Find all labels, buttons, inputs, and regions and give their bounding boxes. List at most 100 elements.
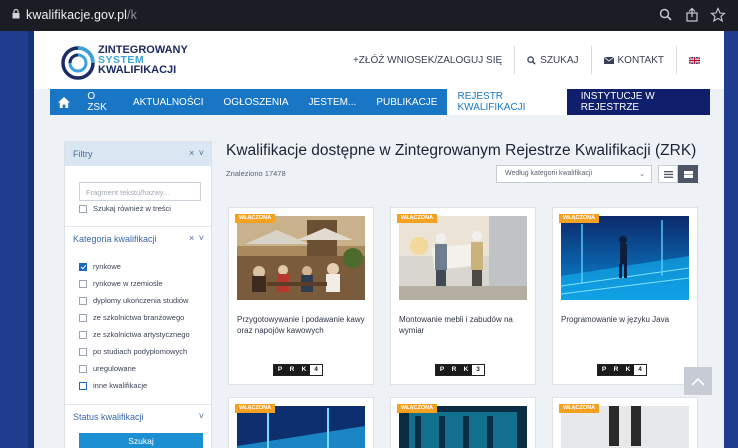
checkbox-label: Szukaj również w treści: [93, 204, 171, 213]
checkbox-label: uregulowane: [93, 364, 136, 373]
card-title[interactable]: Programowanie w języku Java: [561, 314, 689, 325]
sort-select[interactable]: Według kategorii kwalifikacji ⌄: [496, 165, 652, 183]
qualification-card[interactable]: WŁĄCZONA: [390, 397, 536, 448]
checkbox-box[interactable]: [79, 204, 87, 213]
prk-level-badge: P R K 4: [597, 364, 647, 376]
checkbox-box[interactable]: [79, 381, 87, 390]
scroll-to-top-button[interactable]: [684, 367, 712, 395]
checkbox-box[interactable]: [79, 296, 87, 305]
status-badge: WŁĄCZONA: [397, 214, 438, 223]
prk-letter: R: [448, 365, 460, 375]
zsk-logo-icon[interactable]: [60, 45, 96, 81]
qualification-card[interactable]: WŁĄCZONA Programowanie w języku Java P R…: [552, 207, 698, 385]
qualification-card[interactable]: WŁĄCZONA Montowanie mebli i zabudów na w…: [390, 207, 536, 385]
chevron-down-icon[interactable]: ˅: [199, 411, 205, 421]
category-option[interactable]: rynkowe w rzemiośle: [79, 279, 163, 288]
nav-i-am[interactable]: JESTEM...: [299, 89, 367, 115]
prk-letter: K: [622, 365, 634, 375]
zoom-icon[interactable]: [658, 7, 674, 23]
checkbox-label: ze szkolnictwa branżowego: [93, 313, 185, 322]
qualification-card[interactable]: WŁĄCZONA: [552, 397, 698, 448]
category-option[interactable]: po studiach podyplomowych: [79, 347, 187, 356]
status-badge: WŁĄCZONA: [559, 214, 600, 223]
cafe-image: [237, 216, 365, 300]
nav-about[interactable]: O ZSK: [77, 89, 123, 115]
grid-icon: [683, 170, 693, 178]
prk-letter: K: [460, 365, 472, 375]
grid-view-button[interactable]: [678, 165, 698, 183]
share-icon[interactable]: [684, 7, 700, 23]
browser-address-bar: kwalifikacje.gov.pl/k: [0, 0, 738, 31]
nav-institutions-register[interactable]: INSTYTUCJE W REJESTRZE: [566, 89, 711, 115]
list-icon: [663, 170, 673, 178]
status-badge: WŁĄCZONA: [235, 404, 276, 413]
envelope-icon: [603, 56, 614, 64]
category-header[interactable]: Kategoria kwalifikacji × ˅: [65, 226, 211, 251]
text-search-input[interactable]: Fragment tekstu/hazwy...: [79, 182, 201, 201]
bookmark-star-icon[interactable]: [710, 7, 726, 23]
home-link[interactable]: [50, 89, 77, 115]
language-switch[interactable]: [677, 56, 712, 64]
category-label: Kategoria kwalifikacji: [73, 234, 157, 244]
checkbox-box[interactable]: [79, 364, 87, 373]
workers-image: [399, 216, 527, 300]
home-icon: [57, 96, 70, 108]
checkbox-box[interactable]: [79, 279, 87, 288]
qualification-card[interactable]: WŁĄCZONA Przygotowywanie i podawanie kaw…: [228, 207, 374, 385]
prk-level: 4: [310, 365, 322, 375]
checkbox-box[interactable]: [79, 347, 87, 356]
category-option[interactable]: dyplomy ukończenia studiów: [79, 296, 188, 305]
chevron-down-icon: ⌄: [639, 171, 645, 178]
qualification-card[interactable]: WŁĄCZONA: [228, 397, 374, 448]
contact-link[interactable]: KONTAKT: [592, 55, 676, 66]
top-utility-nav: +ZŁÓŻ WNIOSEK/ZALOGUJ SIĘ SZUKAJ KONTAKT: [341, 31, 712, 89]
category-option[interactable]: ze szkolnictwa branżowego: [79, 313, 184, 322]
nav-qualifications-register[interactable]: REJESTR KWALIFIKACJI: [447, 89, 567, 115]
status-label: Status kwalifikacji: [73, 412, 144, 422]
site-logo-text[interactable]: ZINTEGROWANY SYSTEM KWALIFIKACJI: [98, 45, 188, 76]
checkbox-label: po studiach podyplomowych: [93, 347, 188, 356]
uk-flag-icon: [689, 56, 700, 64]
status-badge: WŁĄCZONA: [397, 404, 438, 413]
nav-news[interactable]: AKTUALNOŚCI: [123, 89, 214, 115]
prk-letter: K: [298, 365, 310, 375]
card-title[interactable]: Montowanie mebli i zabudów na wymiar: [399, 314, 527, 336]
clear-collapse-icon[interactable]: × ˅: [189, 233, 205, 243]
checkbox-box[interactable]: [79, 330, 87, 339]
prk-letter: P: [274, 365, 286, 375]
checkbox-label: dyplomy ukończenia studiów: [93, 296, 189, 305]
nav-publications[interactable]: PUBLIKACJE: [366, 89, 447, 115]
search-button[interactable]: Szukaj: [79, 433, 203, 448]
logo-line-3: KWALIFIKACJI: [98, 64, 177, 76]
category-option[interactable]: rynkowe: [79, 262, 121, 271]
prk-level: 4: [634, 365, 646, 375]
checkbox-label: ze szkolnictwa artystycznego: [93, 330, 190, 339]
category-option[interactable]: uregulowane: [79, 364, 136, 373]
category-option[interactable]: ze szkolnictwa artystycznego: [79, 330, 190, 339]
contact-label: KONTAKT: [617, 54, 664, 66]
search-in-content-checkbox[interactable]: Szukaj również w treści: [79, 204, 171, 213]
checkbox-label: rynkowe w rzemiośle: [93, 279, 163, 288]
card-title[interactable]: Przygotowywanie i podawanie kawy oraz na…: [237, 314, 365, 336]
prk-letter: P: [598, 365, 610, 375]
url-host: kwalifikacje.gov.pl: [26, 8, 128, 22]
checkbox-label: rynkowe: [93, 262, 121, 271]
list-view-button[interactable]: [658, 165, 678, 183]
prk-level: 3: [472, 365, 484, 375]
status-header[interactable]: Status kwalifikacji ˅: [65, 404, 211, 429]
main-navigation: O ZSK AKTUALNOŚCI OGŁOSZENIA JESTEM... P…: [50, 89, 711, 115]
apply-login-link[interactable]: +ZŁÓŻ WNIOSEK/ZALOGUJ SIĘ: [341, 55, 514, 66]
clear-collapse-icon[interactable]: × ˅: [189, 148, 205, 158]
digital-tech-image: [561, 216, 689, 300]
url-text[interactable]: kwalifikacje.gov.pl/k: [26, 8, 137, 22]
prk-level-badge: P R K 4: [273, 364, 323, 376]
prk-level-badge: P R K 3: [435, 364, 485, 376]
checkbox-box[interactable]: [79, 313, 87, 322]
category-option[interactable]: inne kwalifikacje: [79, 381, 147, 390]
search-link[interactable]: SZUKAJ: [515, 55, 590, 66]
checkbox-box[interactable]: [79, 262, 87, 271]
filters-header[interactable]: Filtry × ˅: [65, 142, 211, 166]
nav-announcements[interactable]: OGŁOSZENIA: [214, 89, 299, 115]
prk-letter: P: [436, 365, 448, 375]
prk-letter: R: [610, 365, 622, 375]
